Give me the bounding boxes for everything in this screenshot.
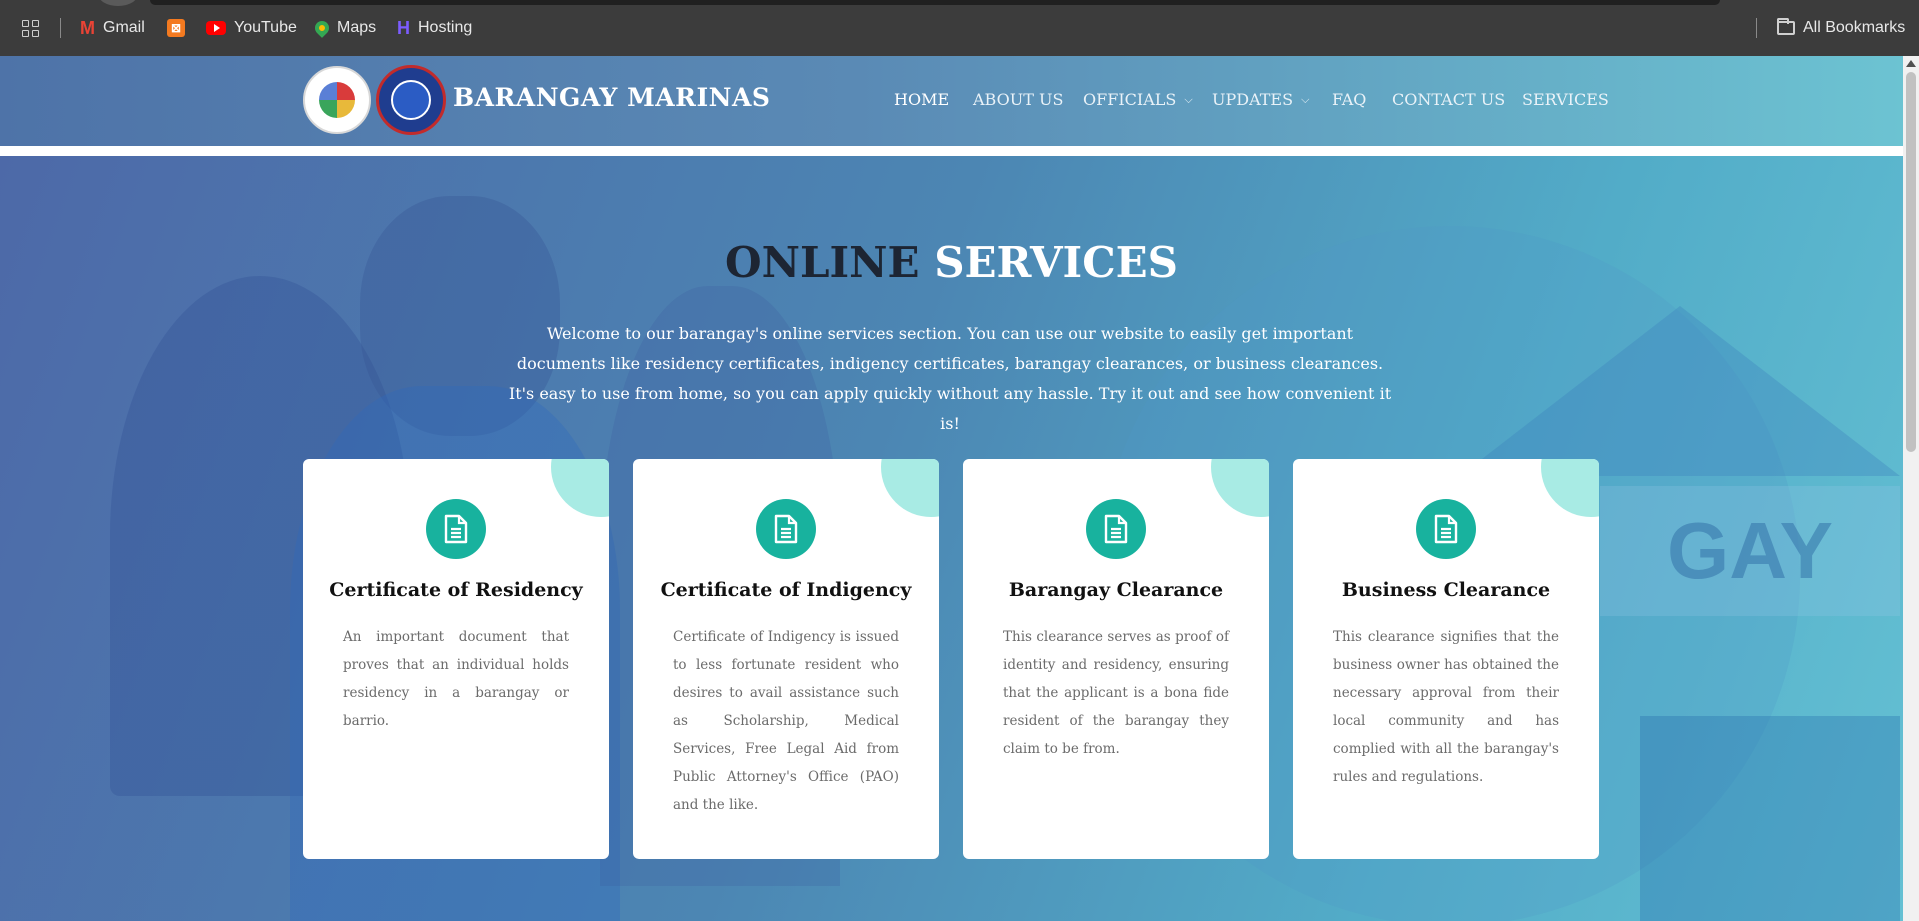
document-icon xyxy=(426,499,486,559)
youtube-icon xyxy=(206,21,226,35)
bookmark-youtube[interactable]: YouTube xyxy=(206,0,297,56)
services-intro: Welcome to our barangay's online service… xyxy=(508,324,1392,433)
bookmark-label: Gmail xyxy=(103,19,145,36)
nav-officials[interactable]: OFFICIALS ⌵ xyxy=(1083,90,1193,109)
scrollbar-thumb[interactable] xyxy=(1906,72,1916,452)
document-icon xyxy=(756,499,816,559)
background-roof-illustration xyxy=(1460,306,1900,476)
service-title: Business Clearance xyxy=(1341,579,1551,601)
header-divider xyxy=(0,146,1903,156)
background-building-illustration xyxy=(1640,716,1900,921)
service-description: This clearance serves as proof of identi… xyxy=(1003,629,1229,757)
service-title: Certificate of Indigency xyxy=(660,579,912,601)
nav-updates[interactable]: UPDATES ⌵ xyxy=(1212,90,1309,109)
nav-label: FAQ xyxy=(1332,90,1367,109)
card-corner-decoration xyxy=(551,459,609,517)
apps-button[interactable] xyxy=(22,0,39,56)
card-corner-decoration xyxy=(1211,459,1269,517)
service-title: Barangay Clearance xyxy=(1008,579,1224,601)
province-seal-logo[interactable] xyxy=(376,65,446,135)
apps-grid-icon xyxy=(22,19,39,37)
nav-label: UPDATES xyxy=(1212,90,1294,109)
nav-home[interactable]: HOME xyxy=(894,90,949,109)
site-brand[interactable]: BARANGAY MARINAS xyxy=(453,83,770,112)
document-icon xyxy=(1416,499,1476,559)
tab-strip-edge xyxy=(150,0,1720,5)
bookmarks-bar: M Gmail ⊠ YouTube Maps H Hosting All Boo… xyxy=(0,0,1919,56)
hosting-icon: H xyxy=(397,17,410,38)
service-card-barangay-clearance[interactable]: Barangay Clearance This clearance serves… xyxy=(963,459,1269,859)
service-description: An important document that proves that a… xyxy=(343,629,569,729)
nav-label: OFFICIALS xyxy=(1083,90,1177,109)
service-card-business-clearance[interactable]: Business Clearance This clearance signif… xyxy=(1293,459,1599,859)
page-title: ONLINE SERVICES xyxy=(0,238,1903,287)
document-icon xyxy=(1086,499,1146,559)
page-scrollbar[interactable] xyxy=(1903,56,1919,921)
background-building-sign: GAY xyxy=(1600,486,1900,616)
chevron-down-icon: ⌵ xyxy=(1301,92,1310,106)
gmail-icon: M xyxy=(80,17,95,38)
nav-faq[interactable]: FAQ xyxy=(1332,90,1366,109)
all-bookmarks-button[interactable]: All Bookmarks xyxy=(1777,0,1905,56)
service-description: This clearance signifies that the busine… xyxy=(1333,629,1559,785)
bookmarks-separator xyxy=(1756,18,1757,38)
service-title: Certificate of Residency xyxy=(329,579,583,601)
nav-label: HOME xyxy=(894,90,950,109)
nav-services[interactable]: SERVICES xyxy=(1522,90,1609,109)
bookmarks-separator xyxy=(60,18,61,38)
nav-label: SERVICES xyxy=(1522,90,1609,109)
title-light-part: SERVICES xyxy=(934,238,1178,287)
card-corner-decoration xyxy=(881,459,939,517)
nav-about-us[interactable]: ABOUT US xyxy=(973,90,1063,109)
maps-icon xyxy=(312,18,332,38)
nav-label: ABOUT US xyxy=(973,90,1064,109)
bookmark-maps[interactable]: Maps xyxy=(312,0,377,56)
bookmark-hosting[interactable]: H Hosting xyxy=(397,0,472,56)
scroll-up-arrow-icon[interactable] xyxy=(1906,60,1916,67)
nav-label: CONTACT US xyxy=(1392,90,1506,109)
xampp-icon: ⊠ xyxy=(167,19,185,37)
bookmark-label: YouTube xyxy=(234,19,297,36)
chevron-down-icon: ⌵ xyxy=(1184,92,1193,106)
bookmark-label: Maps xyxy=(337,19,377,36)
card-corner-decoration xyxy=(1541,459,1599,517)
folder-icon xyxy=(1777,18,1795,35)
bookmark-label: Hosting xyxy=(418,19,473,36)
service-card-residency[interactable]: Certificate of Residency An important do… xyxy=(303,459,609,859)
service-description: Certificate of Indigency is issued to le… xyxy=(673,629,899,813)
barangay-seal-logo[interactable] xyxy=(303,66,371,134)
site-header xyxy=(0,56,1903,146)
bookmark-gmail[interactable]: M Gmail xyxy=(80,0,145,56)
nav-contact-us[interactable]: CONTACT US xyxy=(1392,90,1505,109)
bookmark-xampp[interactable]: ⊠ xyxy=(167,0,185,56)
all-bookmarks-label: All Bookmarks xyxy=(1803,19,1906,36)
title-dark-part: ONLINE xyxy=(725,238,920,287)
service-card-indigency[interactable]: Certificate of Indigency Certificate of … xyxy=(633,459,939,859)
